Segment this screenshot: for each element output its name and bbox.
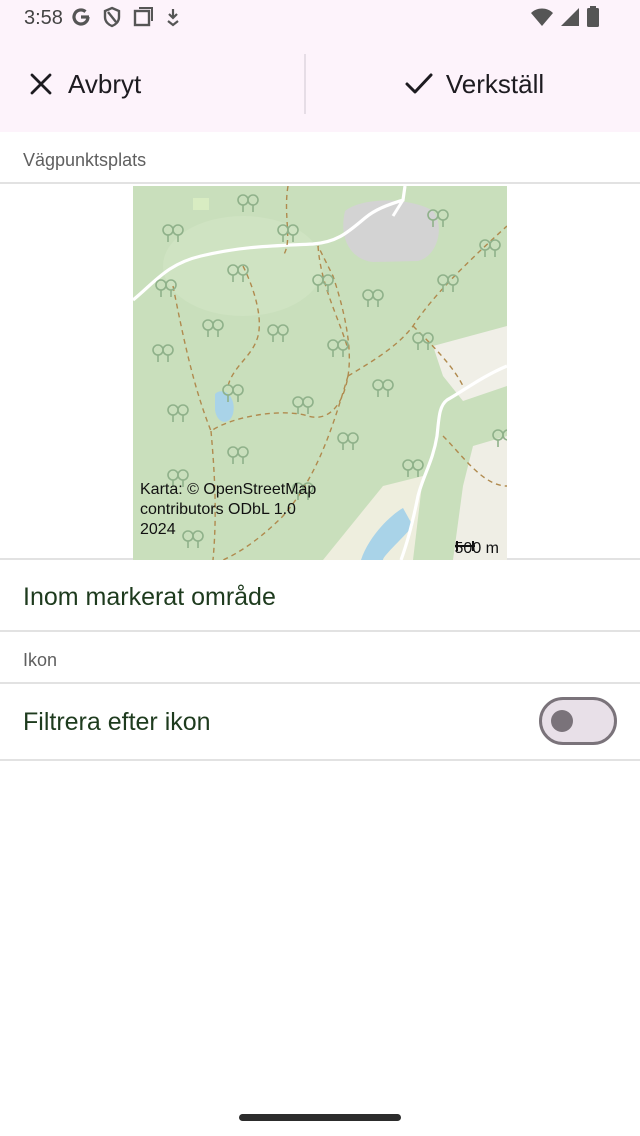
icon-header-label: Ikon xyxy=(23,650,58,670)
square-icon xyxy=(132,6,154,34)
shield-icon xyxy=(102,6,122,34)
close-icon xyxy=(24,67,58,101)
icon-section-header: Ikon xyxy=(0,632,640,684)
map-scale-bar: 500 m xyxy=(454,540,499,558)
system-icons xyxy=(530,6,600,33)
google-icon xyxy=(70,6,92,34)
area-filter-label: Inom markerat område xyxy=(23,583,276,611)
location-header-label: Vägpunktsplats xyxy=(23,150,147,170)
icon-filter-row[interactable]: Filtrera efter ikon xyxy=(0,684,640,761)
action-bar: Avbryt Verkställ xyxy=(0,36,640,132)
location-section-header: Vägpunktsplats xyxy=(0,132,640,184)
gesture-nav-handle[interactable] xyxy=(239,1114,401,1121)
cancel-label: Avbryt xyxy=(68,68,142,99)
scale-right-icon xyxy=(454,541,474,551)
battery-icon xyxy=(586,6,600,33)
apply-button[interactable]: Verkställ xyxy=(306,36,640,132)
map-container: Karta: © OpenStreetMap contributors ODbL… xyxy=(0,186,640,560)
status-time: 3:58 xyxy=(24,7,63,29)
cell-signal-icon xyxy=(560,6,580,33)
apply-label: Verkställ xyxy=(445,68,545,99)
waypoint-map[interactable]: Karta: © OpenStreetMap contributors ODbL… xyxy=(133,186,507,560)
cancel-button[interactable]: Avbryt xyxy=(24,36,294,132)
area-filter-row[interactable]: Inom markerat område xyxy=(0,562,640,632)
icon-filter-toggle[interactable] xyxy=(539,697,617,745)
notification-icons xyxy=(70,6,182,34)
map-attribution: Karta: © OpenStreetMap contributors ODbL… xyxy=(140,481,317,538)
toggle-knob xyxy=(551,710,573,732)
status-bar: 3:58 xyxy=(0,0,640,36)
icon-filter-label: Filtrera efter ikon xyxy=(23,708,211,736)
check-icon xyxy=(402,67,436,101)
download-icon xyxy=(164,6,182,34)
wifi-icon xyxy=(530,6,554,33)
